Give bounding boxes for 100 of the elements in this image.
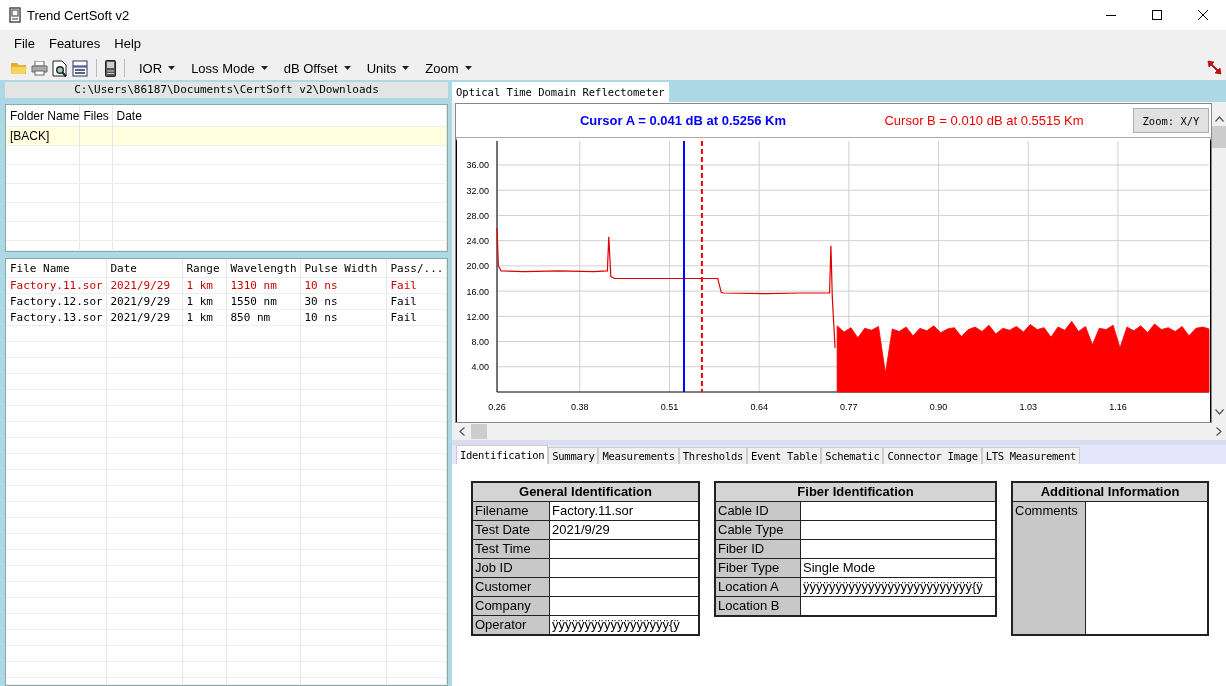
menu-item[interactable]: Help: [107, 32, 148, 54]
tick-label: 32.00: [466, 185, 489, 196]
table-cell[interactable]: 1 km: [182, 309, 226, 326]
column-header[interactable]: Pulse Width: [300, 259, 386, 278]
main-tab[interactable]: Optical Time Domain Reflectometer: [452, 82, 669, 102]
toolbar-dropdown[interactable]: dB Offset: [277, 57, 357, 79]
field-label: Location B: [716, 597, 801, 615]
table-cell[interactable]: 850 nm: [226, 309, 300, 326]
detail-tab[interactable]: LTS Measurement: [981, 447, 1081, 464]
maximize-icon: [1152, 10, 1162, 20]
field-label: Test Time: [473, 540, 550, 559]
column-header[interactable]: Folder Name: [6, 105, 79, 127]
table-cell[interactable]: 2021/9/29: [106, 309, 182, 326]
caret-icon: [402, 66, 410, 70]
detail-tab[interactable]: Schematic: [821, 447, 884, 464]
table-cell[interactable]: 10 ns: [300, 277, 386, 294]
field-value: Single Mode: [801, 559, 995, 578]
vertical-scrollbar[interactable]: [1212, 102, 1226, 423]
table-cell[interactable]: Factory.11.sor: [6, 277, 106, 294]
column-header[interactable]: Date: [106, 259, 182, 278]
field-label: Job ID: [473, 559, 550, 578]
menu-item[interactable]: Features: [41, 32, 108, 54]
table-cell[interactable]: 2021/9/29: [106, 293, 182, 310]
horizontal-scrollbar[interactable]: [455, 423, 1226, 440]
print-preview-icon[interactable]: [52, 59, 68, 77]
table-cell[interactable]: 10 ns: [300, 309, 386, 326]
toolbar-dropdown[interactable]: IOR: [133, 57, 182, 79]
caret-icon: [260, 66, 268, 70]
table-cell[interactable]: 1 km: [182, 277, 226, 294]
tick-label: 8.00: [471, 337, 489, 348]
table-cell[interactable]: 2021/9/29: [106, 277, 182, 294]
zoom-button[interactable]: Zoom: X/Y: [1133, 108, 1209, 133]
column-header[interactable]: Files: [79, 105, 112, 127]
field-label: Fiber ID: [716, 540, 801, 559]
close-icon: [1198, 10, 1208, 20]
detail-tab[interactable]: Identification: [456, 445, 549, 464]
table-cell[interactable]: 30 ns: [300, 293, 386, 310]
tick-label: 20.00: [466, 261, 489, 272]
tick-label: 36.00: [466, 160, 489, 171]
detail-tab[interactable]: Measurements: [598, 447, 679, 464]
scroll-up-icon: [1214, 116, 1224, 122]
detail-tab[interactable]: Summary: [548, 447, 599, 464]
field-value: ÿÿÿÿÿÿÿÿÿÿÿÿÿÿÿÿÿÿ{ÿ: [551, 616, 681, 634]
scroll-left-icon: [459, 427, 465, 436]
tick-label: 0.90: [929, 402, 948, 412]
tick-label: 0.26: [488, 402, 506, 412]
app-icon: [9, 7, 21, 23]
table-cell[interactable]: 1 km: [182, 293, 226, 310]
menu-item[interactable]: File: [7, 32, 42, 54]
toolbar-dropdown[interactable]: Units: [360, 57, 416, 79]
table-header: Fiber Identification: [716, 483, 995, 502]
folder-path: C:\Users\86187\Documents\CertSoft v2\Downloads: [5, 82, 448, 98]
field-label: Comments: [1013, 502, 1086, 634]
field-label: Cable Type: [716, 521, 801, 540]
table-cell[interactable]: Factory.13.sor: [6, 309, 106, 326]
field-label: Customer: [473, 578, 550, 597]
tick-label: 24.00: [466, 236, 489, 247]
field-value: 2021/9/29: [550, 521, 698, 540]
column-header[interactable]: Range: [182, 259, 226, 278]
report-icon[interactable]: [72, 59, 88, 77]
scroll-down-icon: [1214, 409, 1224, 415]
scroll-thumb[interactable]: [471, 424, 487, 439]
column-header[interactable]: Wavelength: [226, 259, 300, 278]
field-value: ÿÿÿÿÿÿÿÿÿÿÿÿÿÿÿÿÿÿÿÿÿÿÿÿÿÿ{ÿ: [801, 578, 995, 597]
scroll-thumb[interactable]: [1212, 126, 1226, 148]
cursor-line[interactable]: [682, 141, 685, 393]
printer-icon[interactable]: [31, 60, 48, 76]
device-icon[interactable]: [105, 59, 116, 77]
caret-icon: [464, 66, 472, 70]
toolbar-dropdown[interactable]: Zoom: [419, 57, 478, 79]
field-label: Company: [473, 597, 550, 616]
table-cell[interactable]: Fail: [386, 309, 447, 326]
scroll-right-icon: [1216, 427, 1222, 436]
table-cell[interactable]: Factory.12.sor: [6, 293, 106, 310]
field-label: Filename: [473, 502, 550, 521]
tick-label: 0.51: [660, 402, 679, 412]
tick-label: 1.03: [1019, 402, 1037, 412]
cursor-line[interactable]: [700, 141, 703, 393]
tick-label: 4.00: [471, 362, 489, 373]
column-header[interactable]: Pass/...: [386, 259, 447, 278]
tick-label: 0.77: [840, 402, 858, 412]
detail-tab[interactable]: Event Table: [746, 447, 822, 464]
tick-label: 12.00: [466, 311, 489, 322]
cursor-readout: Cursor B = 0.010 dB at 0.5515 Km: [883, 113, 1085, 128]
arrows-icon[interactable]: [1207, 60, 1223, 76]
table-cell[interactable]: 1310 nm: [226, 277, 300, 294]
table-cell[interactable]: 1550 nm: [226, 293, 300, 310]
caret-icon: [168, 66, 176, 70]
column-header[interactable]: Date: [112, 105, 447, 127]
column-header[interactable]: File Name: [6, 259, 106, 278]
tick-label: 16.00: [466, 286, 489, 297]
toolbar-dropdown[interactable]: Loss Mode: [185, 57, 274, 79]
tick-label: 1.16: [1109, 402, 1127, 412]
cursor-readout: Cursor A = 0.041 dB at 0.5256 Km: [578, 113, 787, 128]
table-cell[interactable]: Fail: [386, 277, 447, 294]
detail-tab[interactable]: Thresholds: [678, 447, 747, 464]
detail-tab[interactable]: Connector Image: [883, 447, 982, 464]
field-label: Operator: [473, 616, 550, 634]
window-title: Trend CertSoft v2: [27, 7, 131, 23]
table-cell[interactable]: Fail: [386, 293, 447, 310]
